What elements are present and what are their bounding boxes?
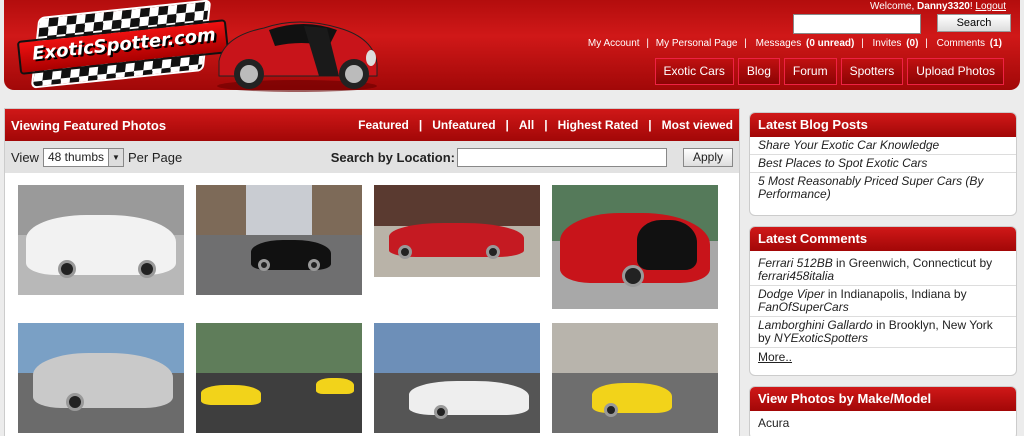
main-nav: Exotic Cars Blog Forum Spotters Upload P… bbox=[654, 58, 1004, 85]
nav-exotic-cars[interactable]: Exotic Cars bbox=[654, 58, 734, 85]
view-controls: View 48 thumbs ▼ Per Page Search by Loca… bbox=[5, 141, 739, 173]
filter-highest-rated[interactable]: Highest Rated bbox=[558, 118, 639, 132]
comments-link[interactable]: Comments (1) bbox=[933, 38, 1004, 49]
thumbs-per-page-select[interactable]: 48 thumbs ▼ bbox=[42, 147, 124, 167]
nav-upload-photos[interactable]: Upload Photos bbox=[907, 58, 1004, 85]
photo-thumb[interactable] bbox=[196, 185, 362, 295]
header-car-image bbox=[217, 21, 378, 92]
invites-link[interactable]: Invites (0) bbox=[869, 38, 921, 49]
photo-filters: Featured | Unfeatured | All | Highest Ra… bbox=[358, 118, 733, 132]
location-input[interactable] bbox=[457, 147, 667, 167]
make-model-title: View Photos by Make/Model bbox=[750, 387, 1016, 411]
photo-thumb[interactable] bbox=[18, 323, 184, 433]
view-label: View bbox=[11, 149, 39, 165]
featured-photos-panel: Viewing Featured Photos Featured | Unfea… bbox=[4, 108, 740, 436]
panel-header: Viewing Featured Photos Featured | Unfea… bbox=[5, 109, 739, 141]
blog-posts-title: Latest Blog Posts bbox=[750, 113, 1016, 137]
site-header: ExoticSpotter.com Welcome, Danny3320! Lo… bbox=[4, 0, 1020, 92]
nav-forum[interactable]: Forum bbox=[783, 58, 837, 85]
latest-blog-posts-box: Latest Blog Posts Share Your Exotic Car … bbox=[749, 112, 1017, 216]
logout-link[interactable]: Logout bbox=[975, 1, 1006, 12]
filter-all[interactable]: All bbox=[519, 118, 534, 132]
photo-thumb[interactable] bbox=[552, 323, 718, 433]
location-label: Search by Location: bbox=[330, 149, 455, 165]
filter-most-viewed[interactable]: Most viewed bbox=[662, 118, 733, 132]
photo-thumb[interactable] bbox=[552, 185, 718, 309]
username: Danny3320 bbox=[917, 1, 970, 12]
apply-button[interactable]: Apply bbox=[683, 147, 733, 167]
comments-title: Latest Comments bbox=[750, 227, 1016, 251]
chevron-down-icon: ▼ bbox=[108, 148, 123, 166]
blog-post-link[interactable]: 5 Most Reasonably Priced Super Cars (By … bbox=[750, 173, 1016, 203]
photo-thumb[interactable] bbox=[374, 323, 540, 433]
nav-blog[interactable]: Blog bbox=[737, 58, 780, 85]
messages-link[interactable]: Messages (0 unread) bbox=[752, 38, 857, 49]
photo-thumb[interactable] bbox=[18, 185, 184, 295]
my-personal-page-link[interactable]: My Personal Page bbox=[654, 38, 740, 49]
site-search-button[interactable]: Search bbox=[937, 14, 1011, 32]
welcome-text: Welcome, Danny3320! Logout bbox=[869, 1, 1006, 12]
site-logo[interactable]: ExoticSpotter.com bbox=[16, 0, 230, 89]
comment-item[interactable]: Dodge Viper in Indianapolis, Indiana by … bbox=[750, 286, 1016, 317]
account-links: My Account | My Personal Page | Messages… bbox=[586, 38, 1004, 49]
photos-by-make-box: View Photos by Make/Model Acura bbox=[749, 386, 1017, 436]
photo-thumb[interactable] bbox=[196, 323, 362, 433]
filter-unfeatured[interactable]: Unfeatured bbox=[432, 118, 495, 132]
my-account-link[interactable]: My Account bbox=[586, 38, 642, 49]
more-comments-link[interactable]: More.. bbox=[750, 348, 1016, 366]
blog-post-link[interactable]: Share Your Exotic Car Knowledge bbox=[750, 137, 1016, 155]
blog-post-link[interactable]: Best Places to Spot Exotic Cars bbox=[750, 155, 1016, 173]
per-page-label: Per Page bbox=[128, 149, 183, 165]
latest-comments-box: Latest Comments Ferrari 512BB in Greenwi… bbox=[749, 226, 1017, 376]
photo-thumb[interactable] bbox=[374, 185, 540, 277]
comment-item[interactable]: Ferrari 512BB in Greenwich, Connecticut … bbox=[750, 251, 1016, 286]
site-search-input[interactable] bbox=[793, 14, 921, 34]
nav-spotters[interactable]: Spotters bbox=[840, 58, 904, 85]
panel-title: Viewing Featured Photos bbox=[11, 117, 167, 133]
filter-featured[interactable]: Featured bbox=[358, 118, 409, 132]
make-link-acura[interactable]: Acura bbox=[750, 411, 1016, 432]
comment-item[interactable]: Lamborghini Gallardo in Brooklyn, New Yo… bbox=[750, 317, 1016, 348]
